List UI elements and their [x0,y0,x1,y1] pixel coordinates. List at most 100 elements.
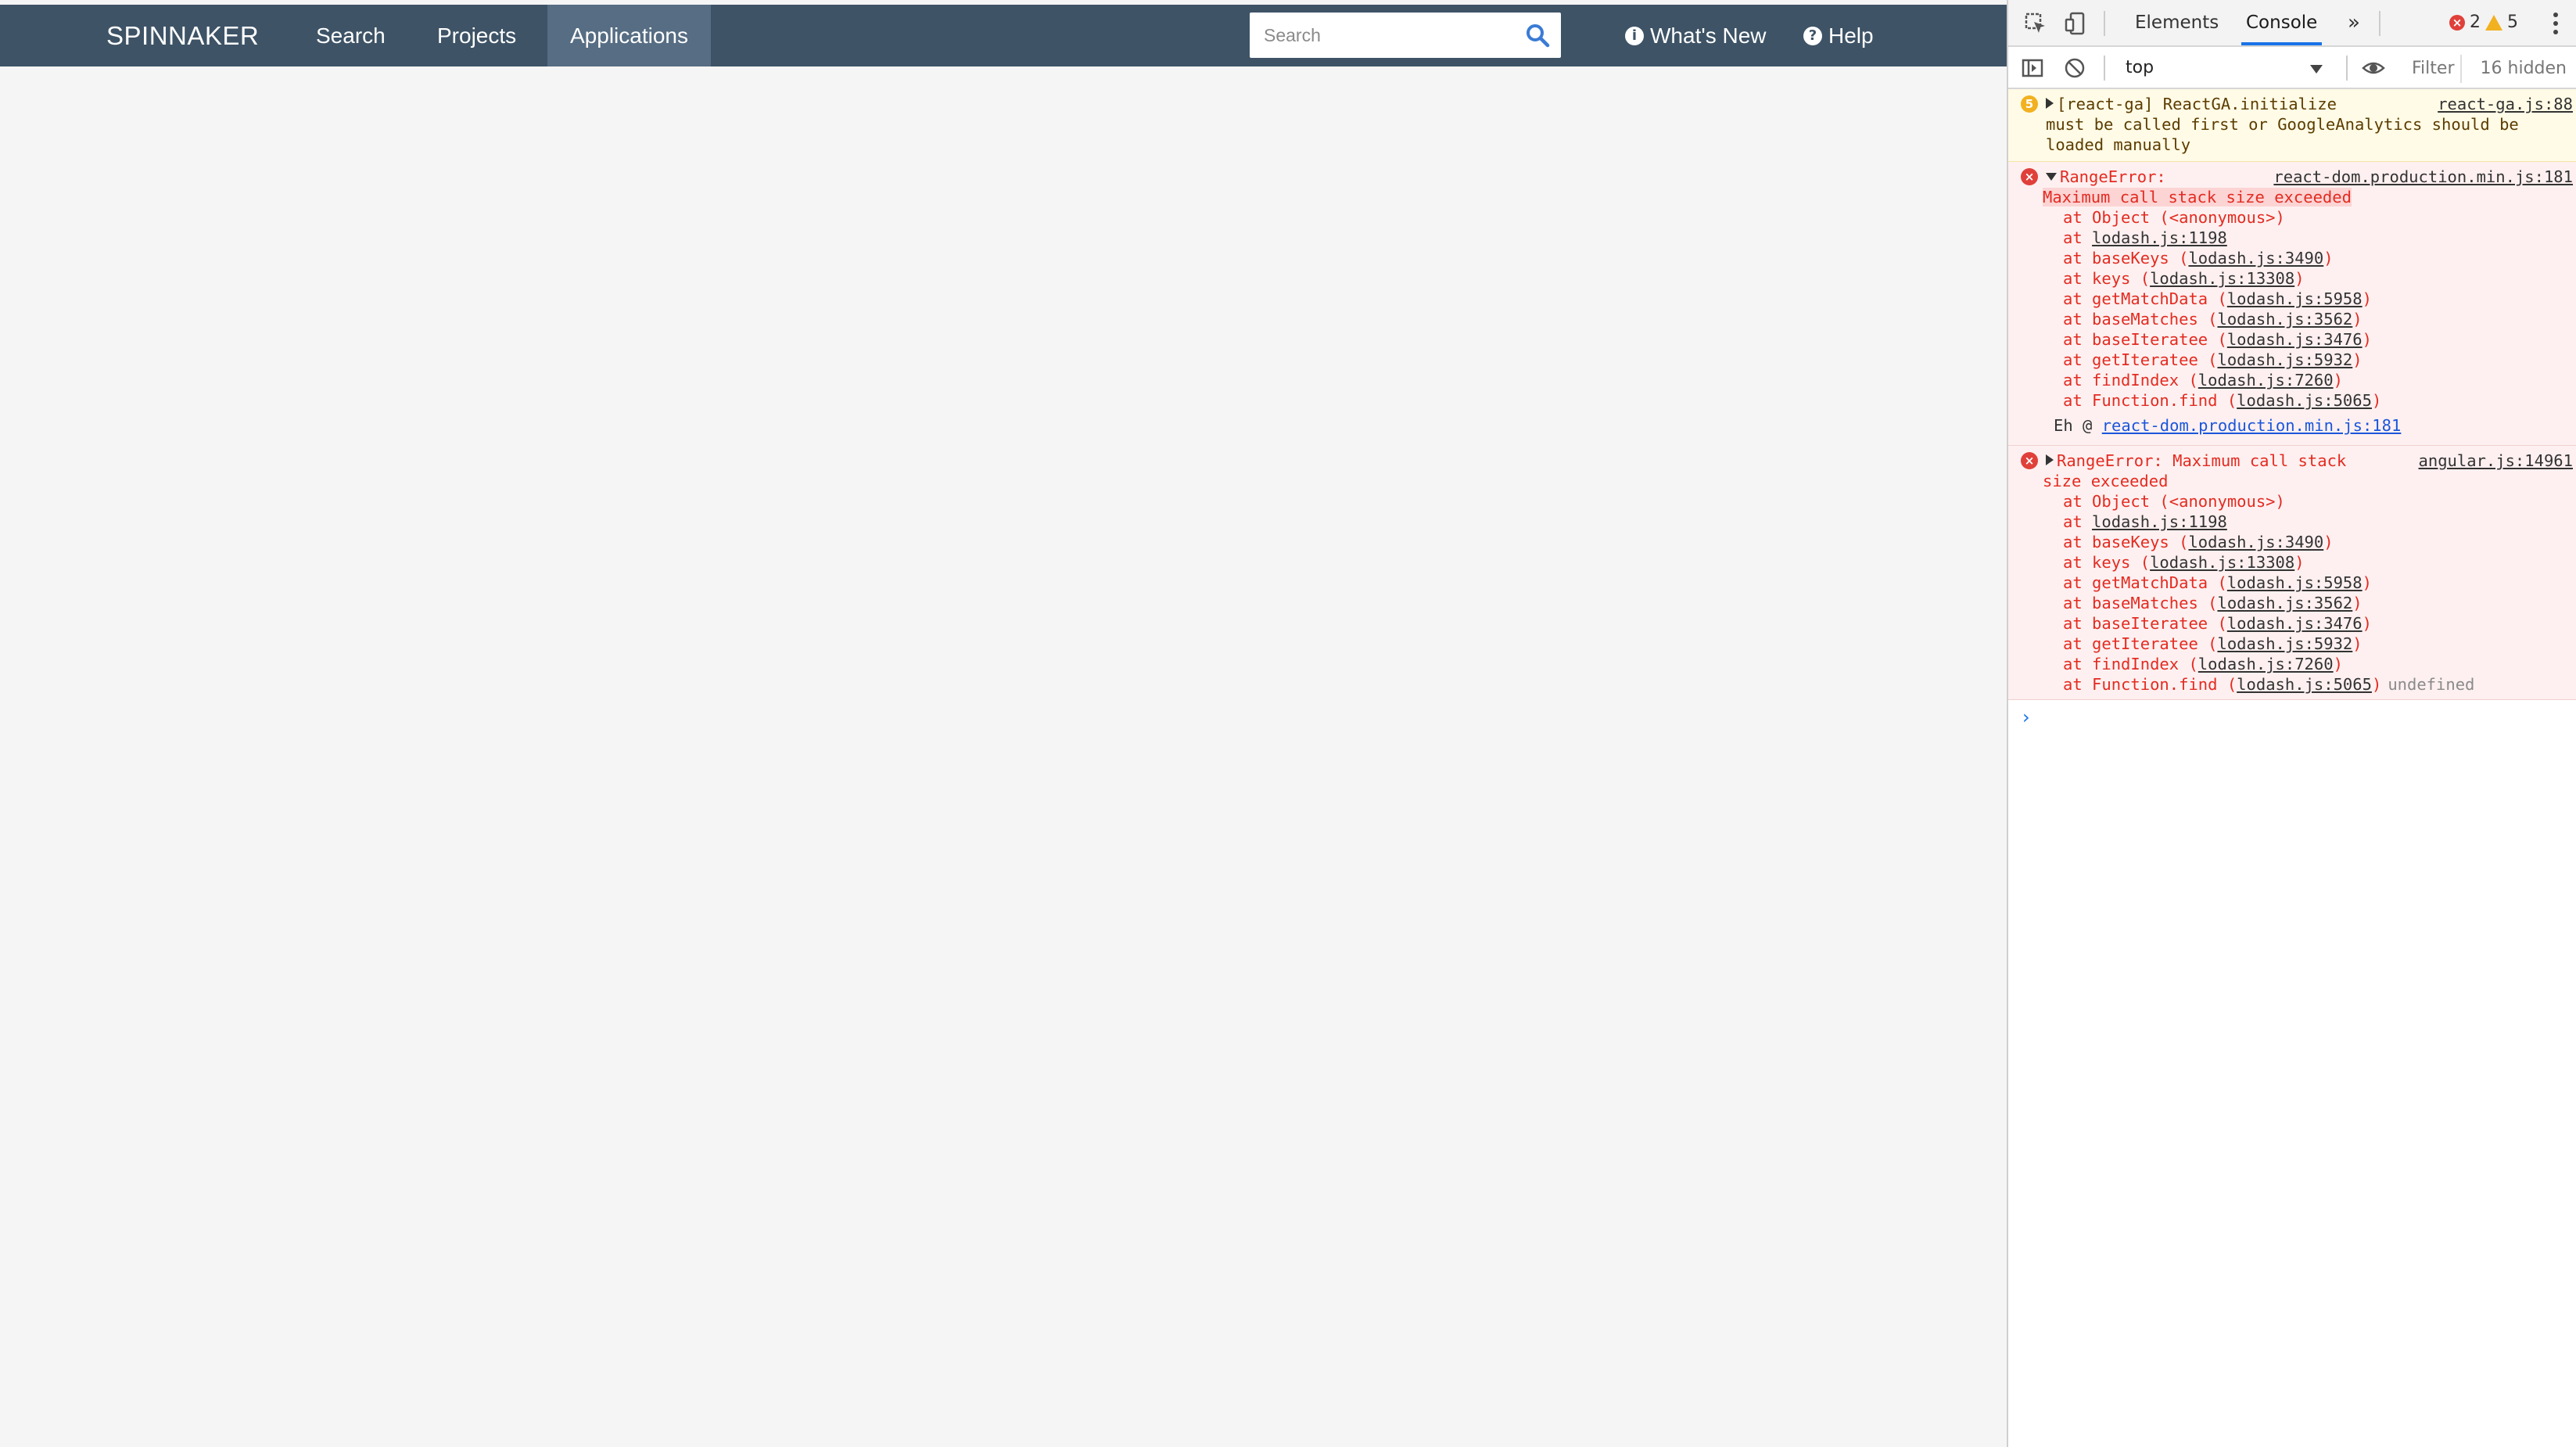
search-input[interactable] [1264,13,1522,58]
frame-source-link[interactable]: lodash.js:1198 [2092,228,2227,247]
frame-text: at getIteratee ( [2063,350,2218,369]
collapse-triangle-icon[interactable] [2046,173,2057,181]
sidebar-toggle-icon[interactable] [2021,56,2044,80]
prompt-chevron-icon: › [2022,706,2030,728]
frame-text: at getMatchData ( [2063,289,2227,308]
frame-text: at baseKeys ( [2063,533,2189,551]
more-tabs-button[interactable]: » [2343,0,2365,45]
frame-text: at baseIteratee ( [2063,330,2227,349]
stack-frame: at baseKeys (lodash.js:3490) [2046,532,2571,552]
stack-frame: at Object (<anonymous>) [2046,491,2571,512]
error-title: RangeError: Maximum call stack [2057,451,2347,470]
frame-source-link[interactable]: lodash.js:3476 [2227,614,2363,633]
frame-source-link[interactable]: lodash.js:7260 [2198,655,2334,673]
frame-source-link[interactable]: lodash.js:13308 [2150,553,2294,572]
expand-triangle-icon[interactable] [2046,98,2054,109]
frame-source-link[interactable]: lodash.js:1198 [2092,512,2227,531]
frame-source-link[interactable]: lodash.js:5932 [2217,350,2352,369]
tab-console[interactable]: Console [2241,0,2323,45]
brand-logo[interactable]: SPINNAKER [106,5,259,66]
kebab-menu-icon[interactable] [2553,11,2559,36]
frame-paren: ) [2352,594,2363,612]
chevron-down-icon [2310,65,2323,74]
nav-applications[interactable]: Applications [547,5,711,66]
frame-source-link[interactable]: lodash.js:3562 [2217,310,2352,329]
frame-text: at getIteratee ( [2063,634,2218,653]
frame-source-link[interactable]: lodash.js:3490 [2188,249,2323,267]
error-count: 2 [2470,13,2481,32]
console-error-message[interactable]: × react-dom.production.min.js:181 RangeE… [2008,162,2576,446]
console-error-message[interactable]: × angular.js:14961 RangeError: Maximum c… [2008,446,2576,700]
frame-source-link[interactable]: lodash.js:5065 [2237,391,2372,410]
devtools-panel: Elements Console » × 2 5 top Filter 16 h… [2007,0,2576,1447]
frame-text: at findIndex ( [2063,371,2198,390]
global-search-box [1250,13,1561,58]
frame-paren: ) [2371,675,2382,694]
frame-source-link[interactable]: lodash.js:5932 [2217,634,2352,653]
message-source-link[interactable]: react-dom.production.min.js:181 [2273,167,2573,187]
toolbar-divider [2104,11,2105,36]
warning-count: 5 [2507,13,2518,32]
inspect-element-icon[interactable] [2024,12,2047,35]
console-prompt[interactable]: › [2008,700,2576,731]
info-icon: i [1625,26,1644,45]
search-icon[interactable] [1525,23,1550,48]
stack-frame: at baseIteratee (lodash.js:3476) [2046,613,2571,634]
frame-text: at [2063,228,2093,247]
frame-paren: ) [2362,614,2372,633]
frame-paren: ) [2294,553,2305,572]
frame-paren: ) [2323,249,2334,267]
frame-paren: ) [2371,391,2382,410]
frame-source-link[interactable]: lodash.js:3562 [2217,594,2352,612]
eh-source-link[interactable]: react-dom.production.min.js:181 [2102,416,2402,435]
stack-frame: at getMatchData (lodash.js:5958) [2046,289,2571,309]
stack-trace: at Object (<anonymous>) at lodash.js:1198… [2046,207,2571,411]
warning-text-line: must be called first or GoogleAnalytics … [2046,115,2519,134]
issue-counters[interactable]: × 2 5 [2449,13,2518,32]
error-icon: × [2021,168,2038,185]
frame-source-link[interactable]: lodash.js:7260 [2198,371,2334,390]
frame-text: at Object (<anonymous>) [2063,492,2285,511]
stack-frame: at getIteratee (lodash.js:5932) [2046,634,2571,654]
live-expression-eye-icon[interactable] [2362,56,2385,80]
clear-console-icon[interactable] [2063,56,2086,80]
frame-paren: ) [2352,634,2363,653]
frame-source-link[interactable]: lodash.js:5065 [2237,675,2372,694]
console-warning-message[interactable]: 5 react-ga.js:88 [react-ga] ReactGA.init… [2008,89,2576,162]
frame-source-link[interactable]: lodash.js:13308 [2150,269,2294,288]
frame-source-link[interactable]: lodash.js:5958 [2227,289,2363,308]
message-source-link[interactable]: angular.js:14961 [2419,451,2573,471]
toolbar-divider [2346,56,2348,81]
frame-text: at getMatchData ( [2063,573,2227,592]
frame-source-link[interactable]: lodash.js:3490 [2188,533,2323,551]
stack-frame: at keys (lodash.js:13308) [2046,268,2571,289]
message-source-link[interactable]: react-ga.js:88 [2438,94,2573,114]
frame-paren: ) [2333,371,2343,390]
error-icon: × [2021,452,2038,469]
frame-text: at findIndex ( [2063,655,2198,673]
nav-search[interactable]: Search [293,5,408,66]
toolbar-divider [2104,56,2105,81]
repeat-count-badge: 5 [2021,95,2038,113]
whats-new-link[interactable]: i What's New [1625,5,1767,66]
expand-triangle-icon[interactable] [2046,454,2054,465]
device-toolbar-icon[interactable] [2065,12,2088,35]
return-value-undefined: undefined [2388,675,2475,694]
frame-source-link[interactable]: lodash.js:5958 [2227,573,2363,592]
context-select[interactable]: top [2119,53,2330,83]
stack-frame: at lodash.js:1198 [2046,228,2571,248]
eh-call-row: Eh @ react-dom.production.min.js:181 [2046,415,2571,436]
frame-source-link[interactable]: lodash.js:3476 [2227,330,2363,349]
hidden-messages-count[interactable]: 16 hidden [2481,55,2567,83]
console-filter-input[interactable]: Filter [2406,55,2462,83]
tab-elements[interactable]: Elements [2130,0,2223,45]
console-toolbar: top Filter 16 hidden [2008,47,2576,89]
frame-text: at baseKeys ( [2063,249,2189,267]
stack-frame: at baseIteratee (lodash.js:3476) [2046,329,2571,350]
toolbar-divider [2379,11,2380,36]
frame-text: at baseIteratee ( [2063,614,2227,633]
help-link[interactable]: ? Help [1803,5,1874,66]
stack-frame: at getIteratee (lodash.js:5932) [2046,350,2571,370]
question-icon: ? [1803,26,1822,45]
nav-projects[interactable]: Projects [414,5,539,66]
